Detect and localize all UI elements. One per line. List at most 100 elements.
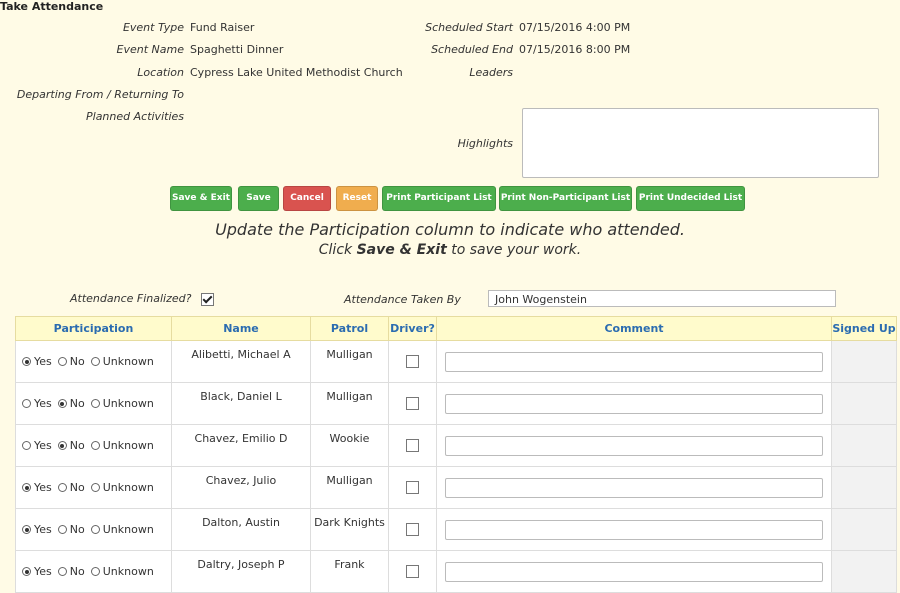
driver-checkbox[interactable] [406, 523, 419, 537]
patrol-cell: Wookie [310, 424, 389, 467]
scheduled-end-value: 07/15/2016 8:00 PM [519, 43, 631, 56]
participation-cell: Yes No Unknown [15, 340, 172, 383]
print-undecided-list-button[interactable]: Print Undecided List [636, 186, 745, 211]
comment-input[interactable] [445, 351, 823, 372]
participation-cell: Yes No Unknown [15, 424, 172, 467]
radio-label-no: No [69, 523, 85, 536]
event-type-label: Event Type [122, 21, 184, 34]
radio-unknown[interactable] [90, 441, 100, 450]
radio-unknown[interactable] [90, 357, 100, 366]
participation-option-unknown[interactable]: Unknown [90, 439, 154, 452]
name-cell: Alibetti, Michael A [171, 340, 311, 383]
radio-label-no: No [69, 481, 85, 494]
participation-radio-group: Yes No Unknown [16, 481, 171, 494]
participation-option-unknown[interactable]: Unknown [90, 523, 154, 536]
departing-label: Departing From / Returning To [16, 88, 184, 101]
participation-option-unknown[interactable]: Unknown [90, 397, 154, 410]
radio-label-yes: Yes [34, 565, 52, 578]
col-comment: Comment [436, 316, 832, 341]
radio-no[interactable] [57, 357, 67, 366]
participation-cell: Yes No Unknown [15, 382, 172, 425]
radio-unknown[interactable] [90, 399, 100, 408]
driver-checkbox[interactable] [406, 355, 419, 369]
col-signed-up: Signed Up [831, 316, 897, 341]
radio-label-unknown: Unknown [102, 397, 154, 410]
participation-option-yes[interactable]: Yes [22, 565, 52, 578]
radio-yes[interactable] [22, 525, 31, 534]
radio-label-no: No [69, 565, 85, 578]
participation-option-yes[interactable]: Yes [22, 523, 52, 536]
comment-cell [436, 424, 832, 467]
save-exit-button[interactable]: Save & Exit [170, 186, 232, 211]
patrol-cell: Mulligan [310, 340, 389, 383]
radio-yes[interactable] [22, 399, 31, 408]
radio-no[interactable] [57, 441, 67, 450]
participation-radio-group: Yes No Unknown [16, 397, 171, 410]
participation-option-yes[interactable]: Yes [22, 481, 52, 494]
participation-option-unknown[interactable]: Unknown [90, 481, 154, 494]
driver-checkbox[interactable] [406, 397, 419, 411]
comment-input[interactable] [445, 435, 823, 456]
participation-option-no[interactable]: No [57, 481, 85, 494]
driver-checkbox[interactable] [406, 439, 419, 453]
driver-checkbox[interactable] [406, 565, 419, 579]
participation-option-yes[interactable]: Yes [22, 397, 52, 410]
scheduled-start-label: Scheduled Start [425, 21, 513, 34]
radio-yes[interactable] [22, 357, 31, 366]
participation-option-no[interactable]: No [57, 523, 85, 536]
participation-radio-group: Yes No Unknown [16, 439, 171, 452]
radio-label-yes: Yes [34, 439, 52, 452]
participation-cell: Yes No Unknown [15, 508, 172, 551]
patrol-cell: Mulligan [310, 466, 389, 509]
radio-yes[interactable] [22, 567, 31, 576]
radio-label-yes: Yes [34, 481, 52, 494]
driver-cell [388, 466, 437, 509]
attendance-finalized-label: Attendance Finalized? [70, 292, 192, 305]
driver-cell [388, 550, 437, 593]
radio-label-yes: Yes [34, 355, 52, 368]
reset-button[interactable]: Reset [336, 186, 378, 211]
name-cell: Chavez, Emilio D [171, 424, 311, 467]
save-button[interactable]: Save [238, 186, 279, 211]
comment-cell [436, 550, 832, 593]
comment-cell [436, 340, 832, 383]
cancel-button[interactable]: Cancel [283, 186, 331, 211]
radio-yes[interactable] [22, 483, 31, 492]
radio-label-unknown: Unknown [102, 481, 154, 494]
radio-unknown[interactable] [90, 567, 100, 576]
radio-no[interactable] [57, 567, 67, 576]
attendance-taken-by-input[interactable]: John Wogenstein [488, 290, 836, 307]
print-participant-list-button[interactable]: Print Participant List [382, 186, 496, 211]
radio-label-unknown: Unknown [102, 439, 154, 452]
page-title: Take Attendance [0, 0, 104, 13]
radio-no[interactable] [57, 483, 67, 492]
print-non-participant-list-button[interactable]: Print Non-Participant List [499, 186, 632, 211]
radio-label-unknown: Unknown [102, 565, 154, 578]
planned-activities-label: Planned Activities [86, 110, 184, 123]
participation-option-unknown[interactable]: Unknown [90, 355, 154, 368]
comment-input[interactable] [445, 477, 823, 498]
participation-option-no[interactable]: No [57, 355, 85, 368]
driver-checkbox[interactable] [406, 481, 419, 495]
comment-input[interactable] [445, 561, 823, 582]
radio-no[interactable] [57, 399, 67, 408]
participation-option-no[interactable]: No [57, 439, 85, 452]
comment-input[interactable] [445, 393, 823, 414]
signed-up-cell [831, 466, 897, 509]
participation-option-yes[interactable]: Yes [22, 439, 52, 452]
participation-option-no[interactable]: No [57, 397, 85, 410]
highlights-textarea[interactable] [522, 108, 879, 178]
radio-unknown[interactable] [90, 525, 100, 534]
radio-label-yes: Yes [34, 523, 52, 536]
radio-unknown[interactable] [90, 483, 100, 492]
radio-yes[interactable] [22, 441, 31, 450]
attendance-finalized-checkbox[interactable] [200, 292, 214, 306]
comment-input[interactable] [445, 519, 823, 540]
radio-no[interactable] [57, 525, 67, 534]
participation-option-unknown[interactable]: Unknown [90, 565, 154, 578]
participation-option-yes[interactable]: Yes [22, 355, 52, 368]
participation-option-no[interactable]: No [57, 565, 85, 578]
radio-label-unknown: Unknown [102, 523, 154, 536]
radio-label-no: No [69, 397, 85, 410]
radio-label-no: No [69, 355, 85, 368]
